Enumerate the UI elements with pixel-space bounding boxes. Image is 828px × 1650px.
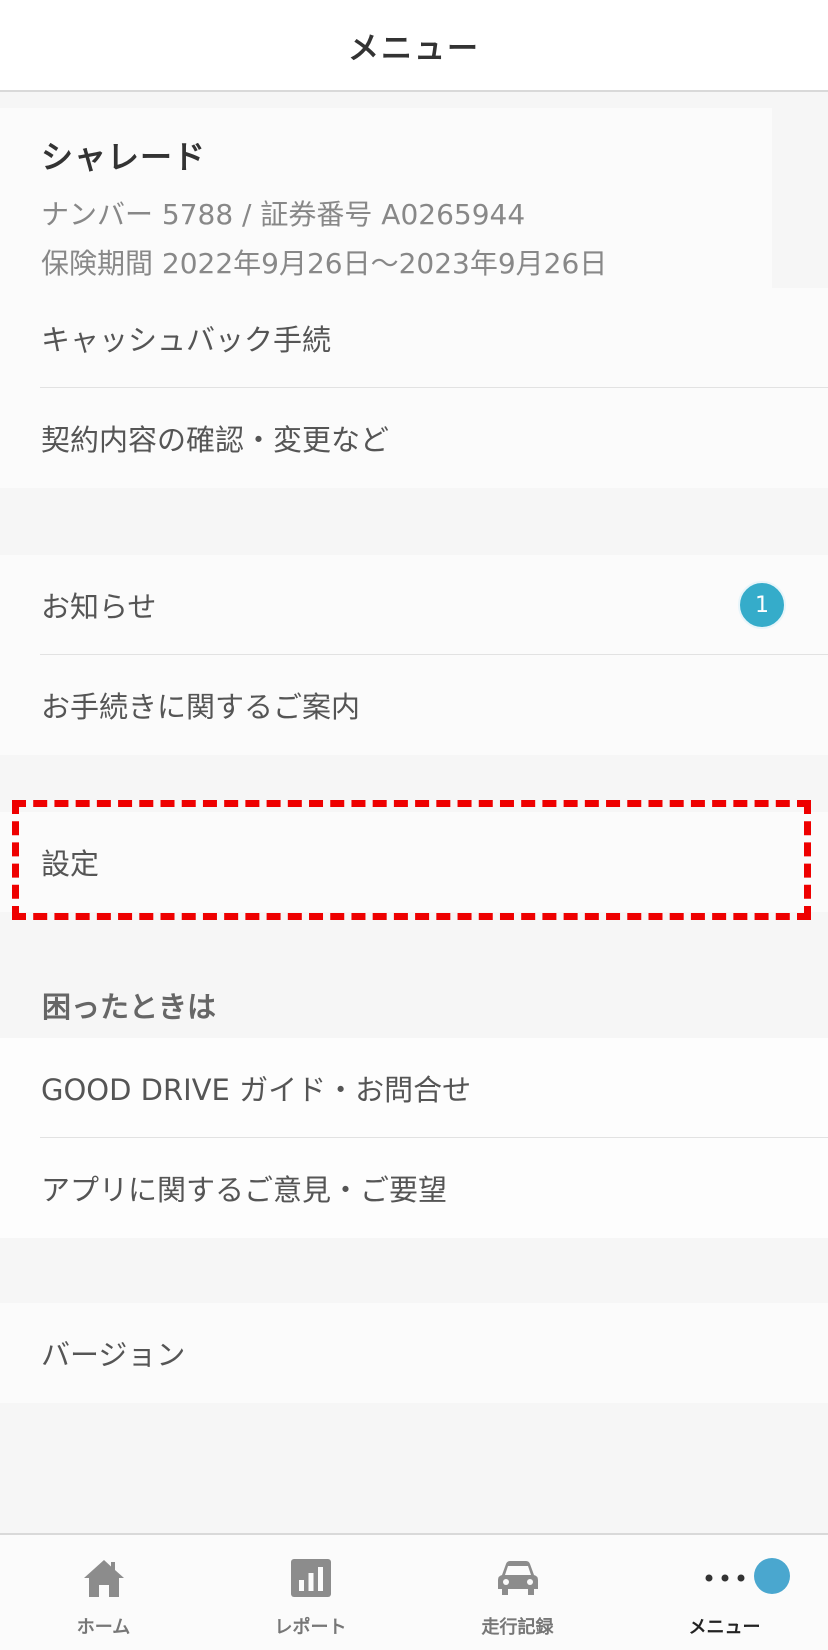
menu-item-label: バージョン <box>41 1338 186 1372</box>
menu-item-label: お知らせ <box>41 590 157 624</box>
menu-item-label: アプリに関するご意見・ご要望 <box>41 1173 448 1207</box>
header: メニュー <box>0 0 828 92</box>
menu-item-label: キャッシュバック手続 <box>41 323 332 357</box>
menu-item-label: お手続きに関するご案内 <box>41 690 361 724</box>
menu-item-label: 設定 <box>41 847 100 881</box>
menu-item-guide-contact[interactable]: GOOD DRIVE ガイド・お問合せ <box>0 1038 828 1138</box>
menu-item-feedback[interactable]: アプリに関するご意見・ご要望 <box>0 1138 828 1238</box>
version-group: バージョン <box>0 1303 828 1403</box>
vehicle-card: シャレード ナンバー 5788 / 証券番号 A0265944 保険期間 202… <box>0 108 772 288</box>
tab-label: レポート <box>274 1617 347 1638</box>
menu-item-label: GOOD DRIVE ガイド・お問合せ <box>41 1073 472 1107</box>
menu-item-cashback[interactable]: キャッシュバック手続 <box>0 288 828 388</box>
unread-count-badge: 1 <box>738 581 786 629</box>
info-menu-group: お知らせ 1 お手続きに関するご案内 <box>0 555 828 755</box>
menu-item-contract[interactable]: 契約内容の確認・変更など <box>0 388 828 488</box>
tab-report[interactable]: レポート <box>207 1535 414 1650</box>
tab-label: ホーム <box>76 1617 131 1638</box>
page-title: メニュー <box>348 30 480 67</box>
menu-item-procedures[interactable]: お手続きに関するご案内 <box>0 655 828 755</box>
tab-label: 走行記録 <box>481 1617 554 1638</box>
menu-item-news[interactable]: お知らせ 1 <box>0 555 828 655</box>
car-icon <box>496 1555 540 1601</box>
vehicle-name: シャレード <box>41 138 207 176</box>
home-icon <box>82 1555 126 1601</box>
tab-drive-log[interactable]: 走行記録 <box>414 1535 621 1650</box>
vehicle-number-line: ナンバー 5788 / 証券番号 A0265944 <box>41 198 526 231</box>
settings-group: 設定 <box>0 812 828 912</box>
menu-item-label: 契約内容の確認・変更など <box>41 423 390 457</box>
menu-item-settings[interactable]: 設定 <box>0 812 828 912</box>
tab-home[interactable]: ホーム <box>0 1535 207 1650</box>
tab-bar: ホーム レポート 走行記録 メニュー <box>0 1533 828 1650</box>
menu-item-version[interactable]: バージョン <box>0 1303 828 1403</box>
tab-label: メニュー <box>688 1617 761 1638</box>
help-menu-group: GOOD DRIVE ガイド・お問合せ アプリに関するご意見・ご要望 <box>0 1038 828 1238</box>
insurance-period-line: 保険期間 2022年9月26日〜2023年9月26日 <box>41 247 608 280</box>
help-section-heading: 困ったときは <box>42 990 217 1024</box>
more-icon <box>703 1555 747 1601</box>
notification-dot <box>754 1558 790 1594</box>
report-icon <box>290 1555 332 1601</box>
tab-menu[interactable]: メニュー <box>621 1535 828 1650</box>
contract-menu-group: キャッシュバック手続 契約内容の確認・変更など <box>0 288 828 488</box>
